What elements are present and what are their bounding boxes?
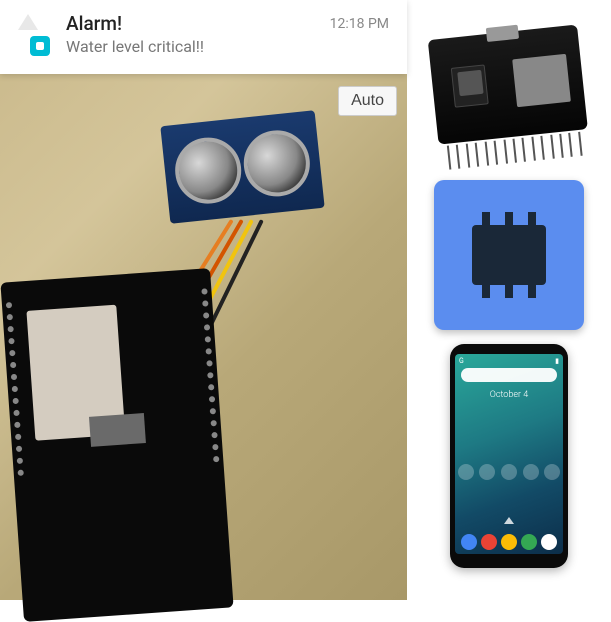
esp-shield-icon: [512, 54, 571, 107]
phone-date-widget: October 4: [455, 390, 563, 400]
notification-icon-col: [18, 12, 62, 56]
notification-time: 12:18 PM: [330, 12, 389, 32]
dock-app-icon: [521, 534, 537, 550]
app-triangle-icon: [18, 14, 38, 30]
project-photo-panel: Alarm! Water level critical!! 12:18 PM A…: [0, 0, 407, 600]
notification-text: Alarm! Water level critical!!: [62, 12, 330, 56]
app-folder-icon: [544, 464, 560, 480]
nodemcu-board-photo: [0, 268, 233, 622]
usb-serial-chip-icon: [451, 64, 489, 107]
phone-search-bar: [461, 368, 557, 382]
app-folder-icon: [479, 464, 495, 480]
components-panel: G ▮ October 4: [407, 0, 611, 600]
app-chip-icon: [30, 36, 50, 56]
drawer-arrow-icon: [504, 517, 514, 524]
dev-pins: [447, 132, 583, 170]
sensor-transducer-right: [241, 127, 314, 200]
iot-app-icon[interactable]: [434, 180, 584, 330]
pin-header-left: [6, 302, 24, 476]
dock-app-icon: [481, 534, 497, 550]
chip-icon: [472, 225, 546, 285]
dock-app-icon: [501, 534, 517, 550]
g-logo-icon: G: [459, 357, 464, 365]
esp-wifi-shield: [26, 305, 125, 441]
ultrasonic-sensor: [160, 110, 324, 224]
phone-app-row: [455, 464, 563, 480]
notification-title: Alarm!: [66, 12, 330, 35]
app-folder-icon: [458, 464, 474, 480]
app-folder-icon: [501, 464, 517, 480]
sensor-transducer-left: [172, 134, 245, 207]
phone-status-bar: G ▮: [455, 357, 563, 365]
pin-header-right: [201, 288, 219, 462]
micro-usb-port-icon: [486, 25, 519, 42]
camera-auto-button[interactable]: Auto: [338, 86, 397, 116]
battery-icon: ▮: [555, 357, 559, 365]
phone-screen: G ▮ October 4: [455, 354, 563, 554]
app-folder-icon: [523, 464, 539, 480]
notification-body: Water level critical!!: [66, 37, 330, 56]
smartphone-image: G ▮ October 4: [450, 344, 568, 568]
dock-app-icon: [541, 534, 557, 550]
phone-dock: [455, 534, 563, 550]
jumper-wires: [210, 220, 390, 420]
notification-card[interactable]: Alarm! Water level critical!! 12:18 PM: [0, 0, 407, 74]
nodemcu-product-image: [412, 17, 606, 175]
dock-app-icon: [461, 534, 477, 550]
